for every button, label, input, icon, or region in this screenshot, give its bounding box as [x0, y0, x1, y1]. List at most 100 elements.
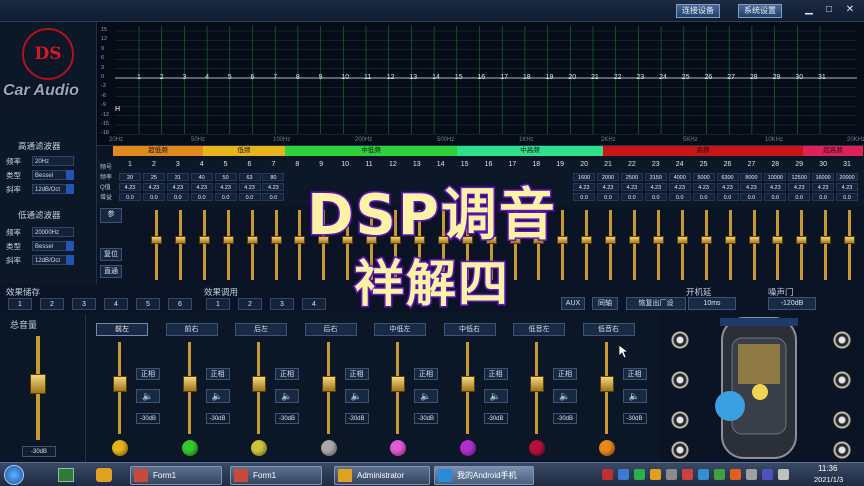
graph-band-point[interactable]: 14	[432, 74, 440, 81]
graph-band-point[interactable]: 21	[591, 74, 599, 81]
highpass-freq-field[interactable]: 20Hz	[32, 156, 74, 166]
channel-name-button[interactable]: 低音右	[582, 323, 635, 336]
graph-band-point[interactable]: 3	[182, 74, 186, 81]
graph-band-point[interactable]: 1	[137, 74, 141, 81]
graph-band-point[interactable]: 4	[205, 74, 209, 81]
channel-phase-button[interactable]: 正相	[275, 368, 299, 380]
graph-band-point[interactable]: 15	[455, 74, 463, 81]
speaker-mute-icon[interactable]: 🔈	[622, 389, 647, 403]
graph-band-point[interactable]: 11	[364, 74, 371, 81]
channel-volume-knob[interactable]	[599, 376, 614, 392]
tray-icon[interactable]	[602, 469, 613, 480]
tray-icon[interactable]	[714, 469, 725, 480]
channel-volume-knob[interactable]	[391, 376, 405, 392]
system-settings-button[interactable]: 系统设置	[738, 4, 782, 18]
channel-phase-button[interactable]: 正相	[344, 368, 369, 380]
speaker-sub-left-icon[interactable]	[670, 440, 690, 460]
speaker-mute-icon[interactable]: 🔈	[136, 389, 160, 403]
taskbar-item-form1-b[interactable]: Form1	[230, 466, 322, 485]
speaker-mute-icon[interactable]: 🔈	[483, 389, 508, 403]
channel-color-indicator[interactable]	[181, 440, 198, 456]
channel-volume-knob[interactable]	[460, 376, 475, 392]
speaker-mute-icon[interactable]: 🔈	[344, 389, 369, 403]
tray-icon[interactable]	[762, 469, 773, 480]
speaker-sub-right-icon[interactable]	[832, 440, 852, 460]
channel-name-button[interactable]: 前右	[165, 323, 218, 336]
graph-band-point[interactable]: 20	[568, 74, 576, 81]
channel-name-button[interactable]: 前左	[96, 323, 148, 336]
speaker-rear-right-icon[interactable]	[832, 410, 852, 430]
graph-band-point[interactable]: 25	[682, 74, 690, 81]
taskbar-pinned-app-icon[interactable]	[58, 468, 74, 482]
channel-phase-button[interactable]: 正相	[205, 368, 230, 380]
channel-color-indicator[interactable]	[598, 440, 615, 456]
graph-band-point[interactable]: 17	[500, 74, 508, 81]
start-button-icon[interactable]	[4, 465, 24, 485]
speaker-front-left-icon[interactable]	[670, 330, 690, 350]
tray-icon[interactable]	[730, 469, 741, 480]
eq-curve-graph[interactable]: 15 12 9 6 3 0 -3 -6 -9 -12 -15 -18 20Hz 50Hz 100Hz 200…	[97, 22, 864, 146]
graph-band-point[interactable]: 8	[296, 74, 300, 81]
speaker-mid-left-icon[interactable]	[670, 370, 690, 390]
graph-band-point[interactable]: 6	[251, 74, 255, 81]
channel-phase-button[interactable]: 正相	[622, 368, 647, 380]
channel-color-indicator[interactable]	[251, 440, 267, 456]
channel-color-indicator[interactable]	[320, 440, 337, 456]
graph-band-point[interactable]: 31	[818, 74, 826, 81]
channel-volume-knob[interactable]	[530, 376, 544, 392]
channel-name-button[interactable]: 后右	[304, 323, 357, 336]
graph-band-point[interactable]: 10	[341, 74, 349, 81]
speaker-rear-left-icon[interactable]	[670, 410, 690, 430]
tray-icon[interactable]	[634, 469, 645, 480]
graph-band-point[interactable]: 19	[546, 74, 554, 81]
graph-band-point[interactable]: 30	[795, 74, 803, 81]
graph-band-point[interactable]: 26	[705, 74, 713, 81]
speaker-mid-right-icon[interactable]	[832, 370, 852, 390]
channel-volume-knob[interactable]	[252, 376, 266, 392]
tray-icon[interactable]	[666, 469, 677, 480]
channel-name-button[interactable]: 中低右	[443, 323, 496, 336]
channel-volume-knob[interactable]	[113, 376, 127, 392]
speaker-mute-icon[interactable]: 🔈	[553, 389, 577, 403]
speaker-front-right-icon[interactable]	[832, 330, 852, 350]
graph-band-point[interactable]: 2	[160, 74, 164, 81]
graph-band-point[interactable]: 18	[523, 74, 531, 81]
graph-band-point[interactable]: 28	[750, 74, 758, 81]
channel-color-indicator[interactable]	[112, 440, 128, 456]
minimize-icon[interactable]: ▁	[802, 3, 816, 17]
channel-color-indicator[interactable]	[529, 440, 545, 456]
channel-phase-button[interactable]: 正相	[553, 368, 577, 380]
taskbar-folder-icon[interactable]	[96, 468, 112, 482]
speaker-mute-icon[interactable]: 🔈	[275, 389, 299, 403]
channel-name-button[interactable]: 中低左	[374, 323, 426, 336]
tray-icon[interactable]	[778, 469, 789, 480]
channel-volume-knob[interactable]	[321, 376, 336, 392]
tray-icon[interactable]	[650, 469, 661, 480]
graph-band-point[interactable]: 23	[636, 74, 644, 81]
graph-band-point[interactable]: 9	[319, 74, 323, 81]
graph-band-point[interactable]: 29	[773, 74, 781, 81]
graph-band-point[interactable]: 27	[727, 74, 735, 81]
channel-name-button[interactable]: 后左	[235, 323, 287, 336]
channel-color-indicator[interactable]	[459, 440, 476, 456]
tray-icon[interactable]	[682, 469, 693, 480]
taskbar-item-form1-a[interactable]: Form1	[130, 466, 222, 485]
taskbar-item-administrator[interactable]: Administrator	[334, 466, 430, 485]
tray-icon[interactable]	[746, 469, 757, 480]
close-icon[interactable]: ✕	[843, 3, 857, 17]
connect-device-button[interactable]: 连接设备	[676, 4, 720, 18]
channel-phase-button[interactable]: 正相	[414, 368, 438, 380]
graph-band-point[interactable]: 24	[659, 74, 667, 81]
graph-band-point[interactable]: 5	[228, 74, 232, 81]
channel-name-button[interactable]: 低音左	[513, 323, 565, 336]
graph-band-point[interactable]: 7	[273, 74, 277, 81]
maximize-icon[interactable]: □	[822, 3, 836, 17]
graph-band-point[interactable]: 22	[614, 74, 622, 81]
graph-band-point[interactable]: 16	[478, 74, 486, 81]
graph-band-point[interactable]: 12	[387, 74, 395, 81]
channel-volume-knob[interactable]	[182, 376, 197, 392]
speaker-mute-icon[interactable]: 🔈	[205, 389, 230, 403]
speaker-mute-icon[interactable]: 🔈	[414, 389, 438, 403]
master-volume-knob[interactable]	[30, 374, 46, 394]
taskbar-item-android[interactable]: 我的Android手机	[434, 466, 534, 485]
